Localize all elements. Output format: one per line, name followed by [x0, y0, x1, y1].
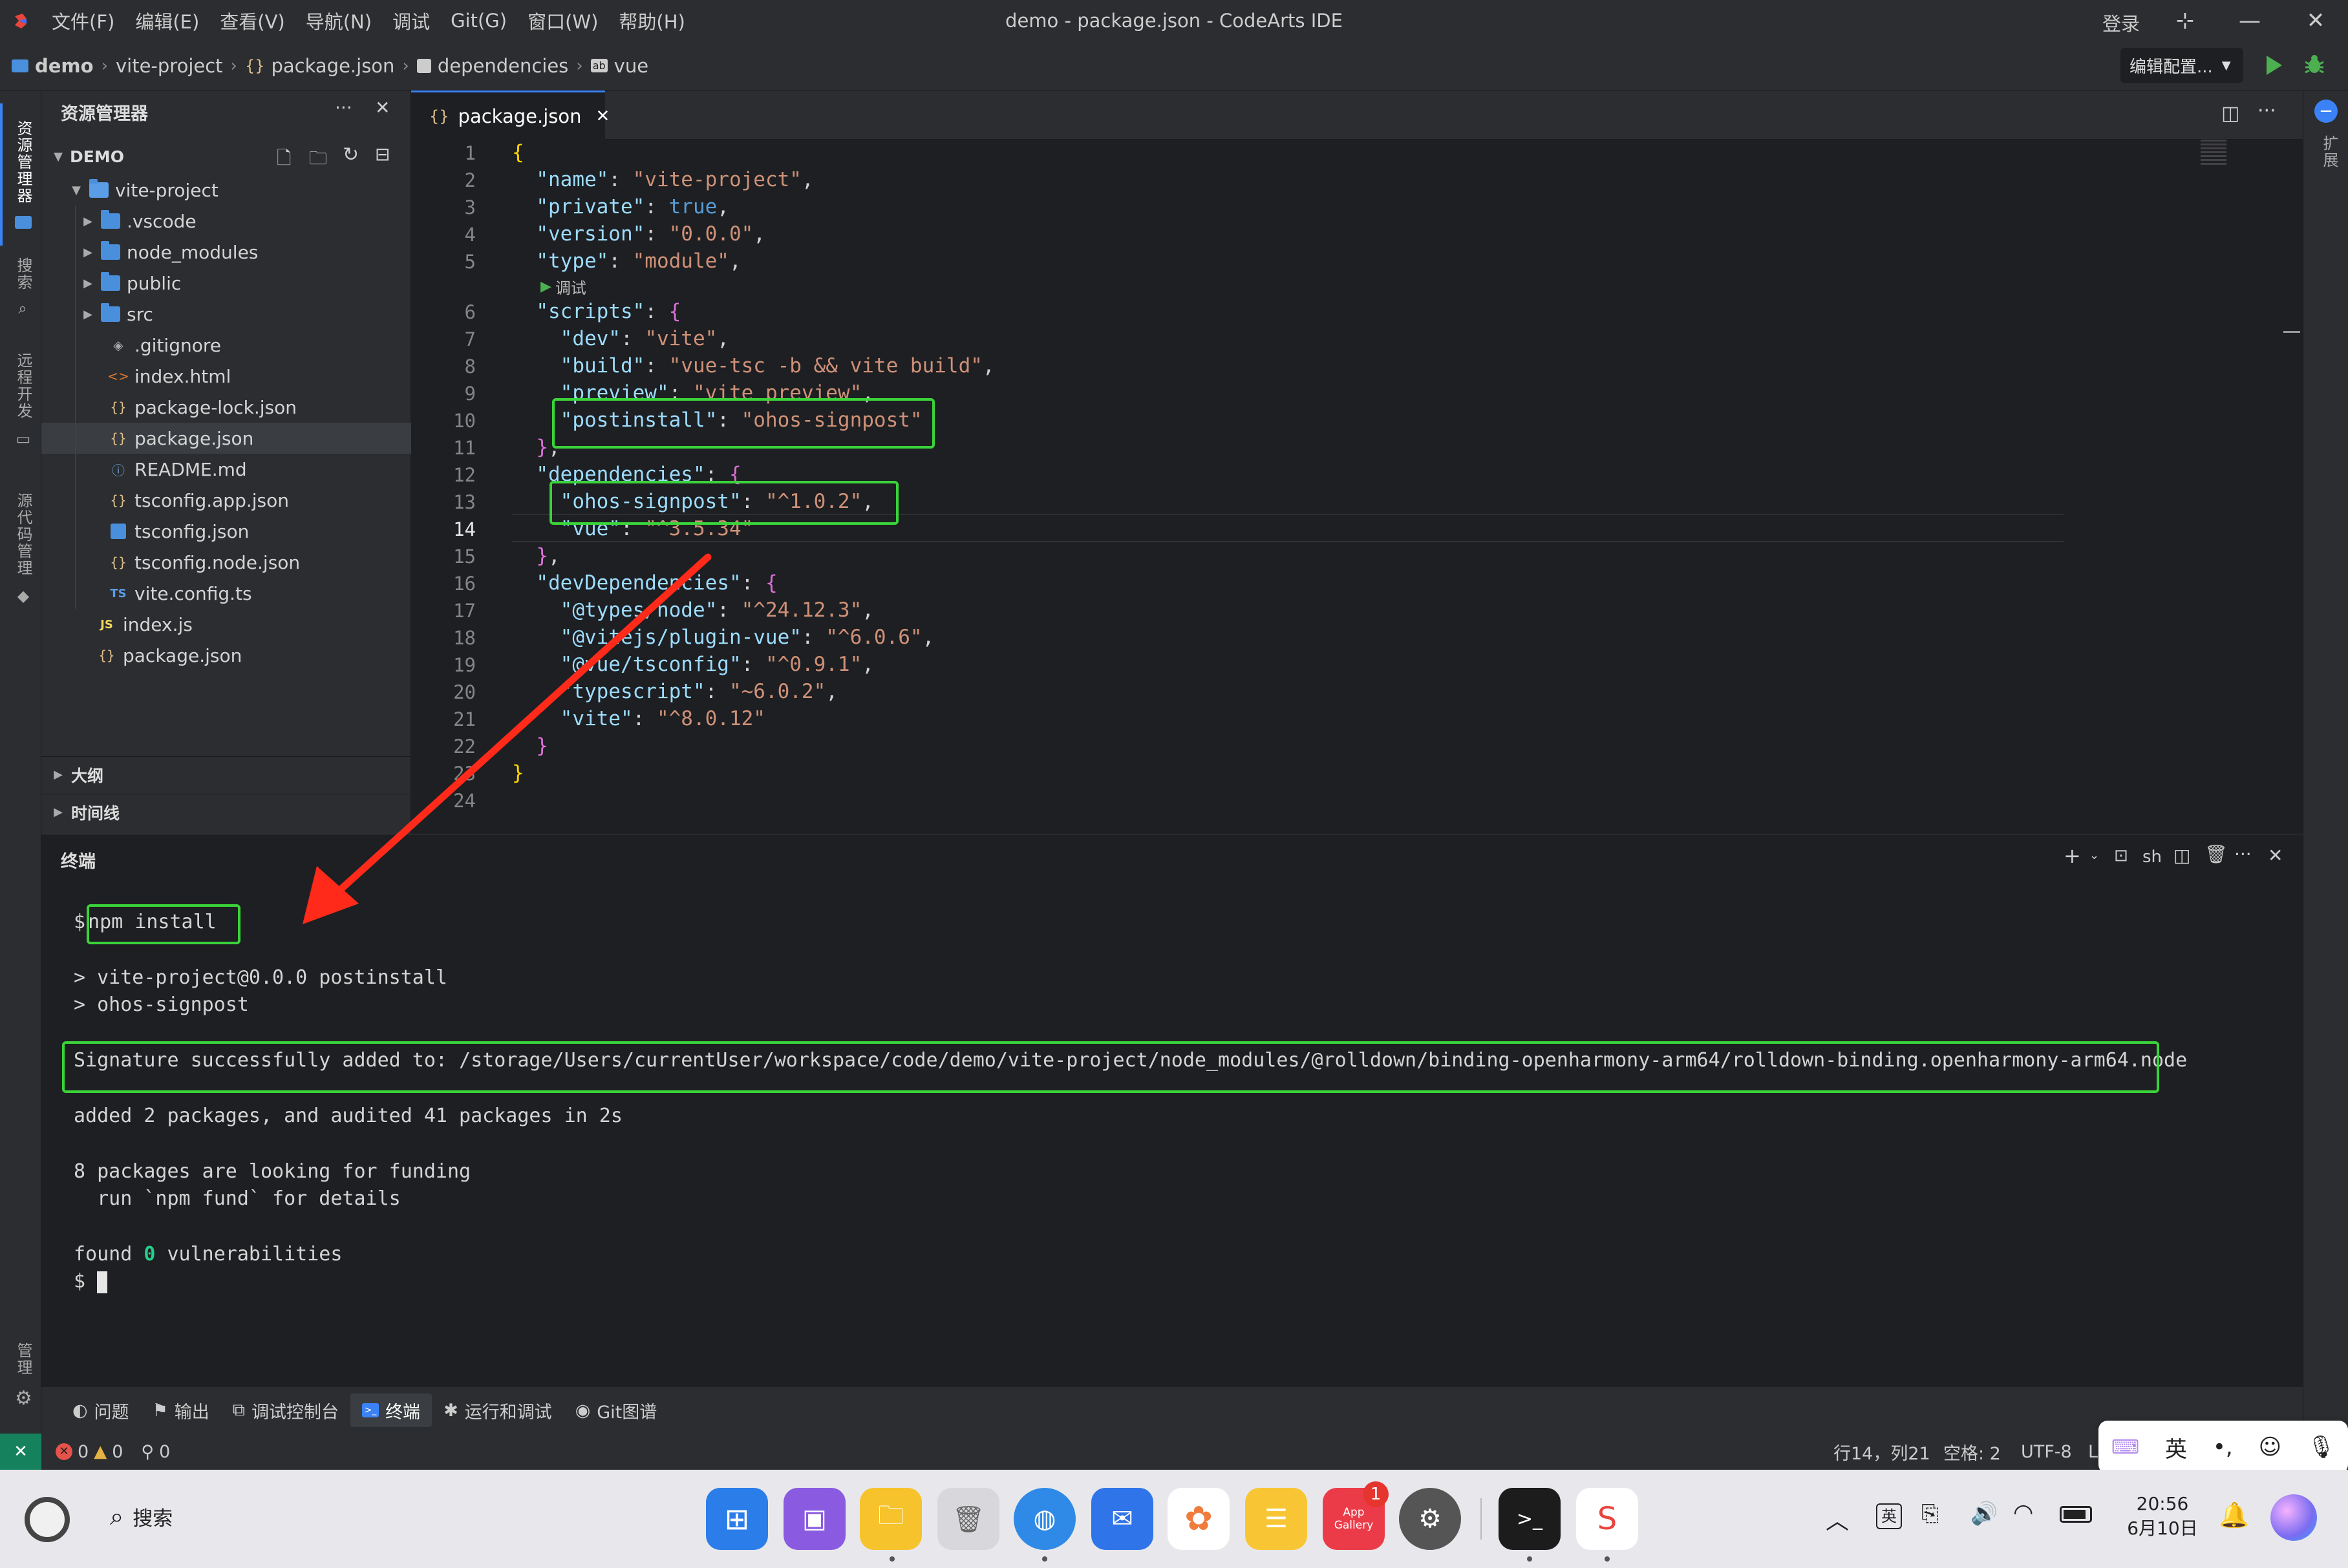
keyboard-icon[interactable]: ⌨ — [2111, 1436, 2139, 1459]
battery-icon[interactable] — [2060, 1506, 2092, 1523]
tray-ime-indicator[interactable]: 英 — [1876, 1503, 1902, 1529]
search-icon: ⌕ — [110, 1502, 124, 1531]
tab-run-debug[interactable]: ✱ 运行和调试 — [432, 1393, 564, 1427]
settings-app-icon[interactable]: ⚙ — [1399, 1488, 1461, 1550]
recycle-bin-icon[interactable]: 🗑 — [937, 1488, 999, 1550]
system-taskbar: ⌕ 搜索 ⊞ ▣ 🗀 🗑 ◍ ✉ ✿ ☰ App Gallery 1 ⚙ >_ … — [0, 1470, 2348, 1568]
running-indicator — [1605, 1556, 1610, 1562]
tab-output[interactable]: ⚑ 输出 — [141, 1393, 221, 1427]
emoji-icon[interactable]: ☺ — [2259, 1434, 2281, 1460]
terminal-app-icon[interactable]: >_ — [1499, 1488, 1561, 1550]
ime-language-toggle[interactable]: 英 — [2165, 1432, 2187, 1463]
assistant-orb-icon[interactable] — [2270, 1494, 2317, 1541]
tab-problems[interactable]: ◐ 问题 — [61, 1393, 141, 1427]
tab-git-graph[interactable]: ◉ Git图谱 — [564, 1393, 669, 1427]
annotation-arrow — [303, 553, 712, 924]
warning-icon: ▲ — [94, 1442, 107, 1461]
panel-tool-tabs: ◐ 问题 ⚑ 输出 ⧉ 调试控制台 >_ 终端 ✱ 运行和调试 ◉ Git图谱 — [41, 1387, 2303, 1434]
start-button-icon[interactable] — [25, 1497, 70, 1542]
taskbar-search[interactable]: ⌕ 搜索 — [110, 1502, 173, 1531]
notes-app-icon[interactable]: ☰ — [1245, 1488, 1307, 1550]
volume-icon[interactable]: 🔊 — [1970, 1501, 1998, 1527]
problems-icon: ◐ — [72, 1400, 88, 1421]
clipboard-icon[interactable]: ⎘ — [1921, 1501, 1939, 1527]
flag-icon: ⚑ — [152, 1400, 168, 1421]
files-app-icon[interactable]: 🗀 — [860, 1488, 922, 1550]
cursor-position[interactable]: 行14，列21 — [1833, 1439, 1930, 1465]
battery-level — [2064, 1510, 2086, 1519]
running-indicator — [1527, 1556, 1532, 1562]
tab-terminal[interactable]: >_ 终端 — [350, 1393, 432, 1427]
error-icon: ✕ — [56, 1443, 72, 1460]
running-indicator — [890, 1556, 895, 1562]
debug-console-icon: ⧉ — [232, 1400, 246, 1420]
multitask-app-icon[interactable]: ▣ — [784, 1488, 846, 1550]
end-of-line[interactable]: L — [2088, 1442, 2098, 1462]
browser-app-icon[interactable]: ◍ — [1014, 1488, 1076, 1550]
clock-date: 6月10日 — [2127, 1518, 2198, 1539]
terminal-icon: >_ — [362, 1403, 379, 1417]
running-indicator — [1042, 1556, 1047, 1562]
encoding[interactable]: UTF-8 — [2021, 1442, 2072, 1462]
taskbar-divider — [1480, 1498, 1482, 1540]
codearts-app-icon[interactable]: S — [1576, 1488, 1638, 1550]
indentation[interactable]: 空格: 2 — [1943, 1439, 2001, 1465]
problems-status[interactable]: ✕ 0 ▲ 0 — [56, 1442, 123, 1462]
notification-bell-icon[interactable]: 🔔 — [2219, 1501, 2249, 1530]
status-bar: ✕ ✕ 0 ▲ 0 ⚲ 0 行14，列21 空格: 2 UTF-8 L — [0, 1434, 2348, 1470]
wifi-icon[interactable]: ◠ — [2013, 1499, 2033, 1526]
photos-app-icon[interactable]: ✿ — [1168, 1488, 1230, 1550]
tab-debug-console[interactable]: ⧉ 调试控制台 — [221, 1393, 350, 1427]
bug-icon: ✱ — [443, 1400, 458, 1421]
mail-app-icon[interactable]: ✉ — [1091, 1488, 1153, 1550]
app-grid-icon[interactable]: ⊞ — [706, 1488, 768, 1550]
ports-status[interactable]: ⚲ 0 — [141, 1442, 170, 1462]
notification-badge: 1 — [1363, 1481, 1389, 1507]
tray-expand-icon[interactable]: ︿ — [1826, 1502, 1849, 1536]
clock[interactable]: 20:56 6月10日 — [2127, 1493, 2198, 1540]
remote-indicator-icon[interactable]: ✕ — [0, 1434, 41, 1470]
clock-time: 20:56 — [2136, 1493, 2189, 1514]
antenna-icon: ⚲ — [141, 1441, 155, 1462]
punctuation-toggle-icon[interactable]: •, — [2213, 1434, 2233, 1460]
microphone-icon[interactable]: 🎙 — [2307, 1434, 2335, 1460]
ime-toolbar: ⌨ 英 •, ☺ 🎙 — [2098, 1421, 2348, 1474]
git-graph-icon: ◉ — [575, 1400, 591, 1421]
